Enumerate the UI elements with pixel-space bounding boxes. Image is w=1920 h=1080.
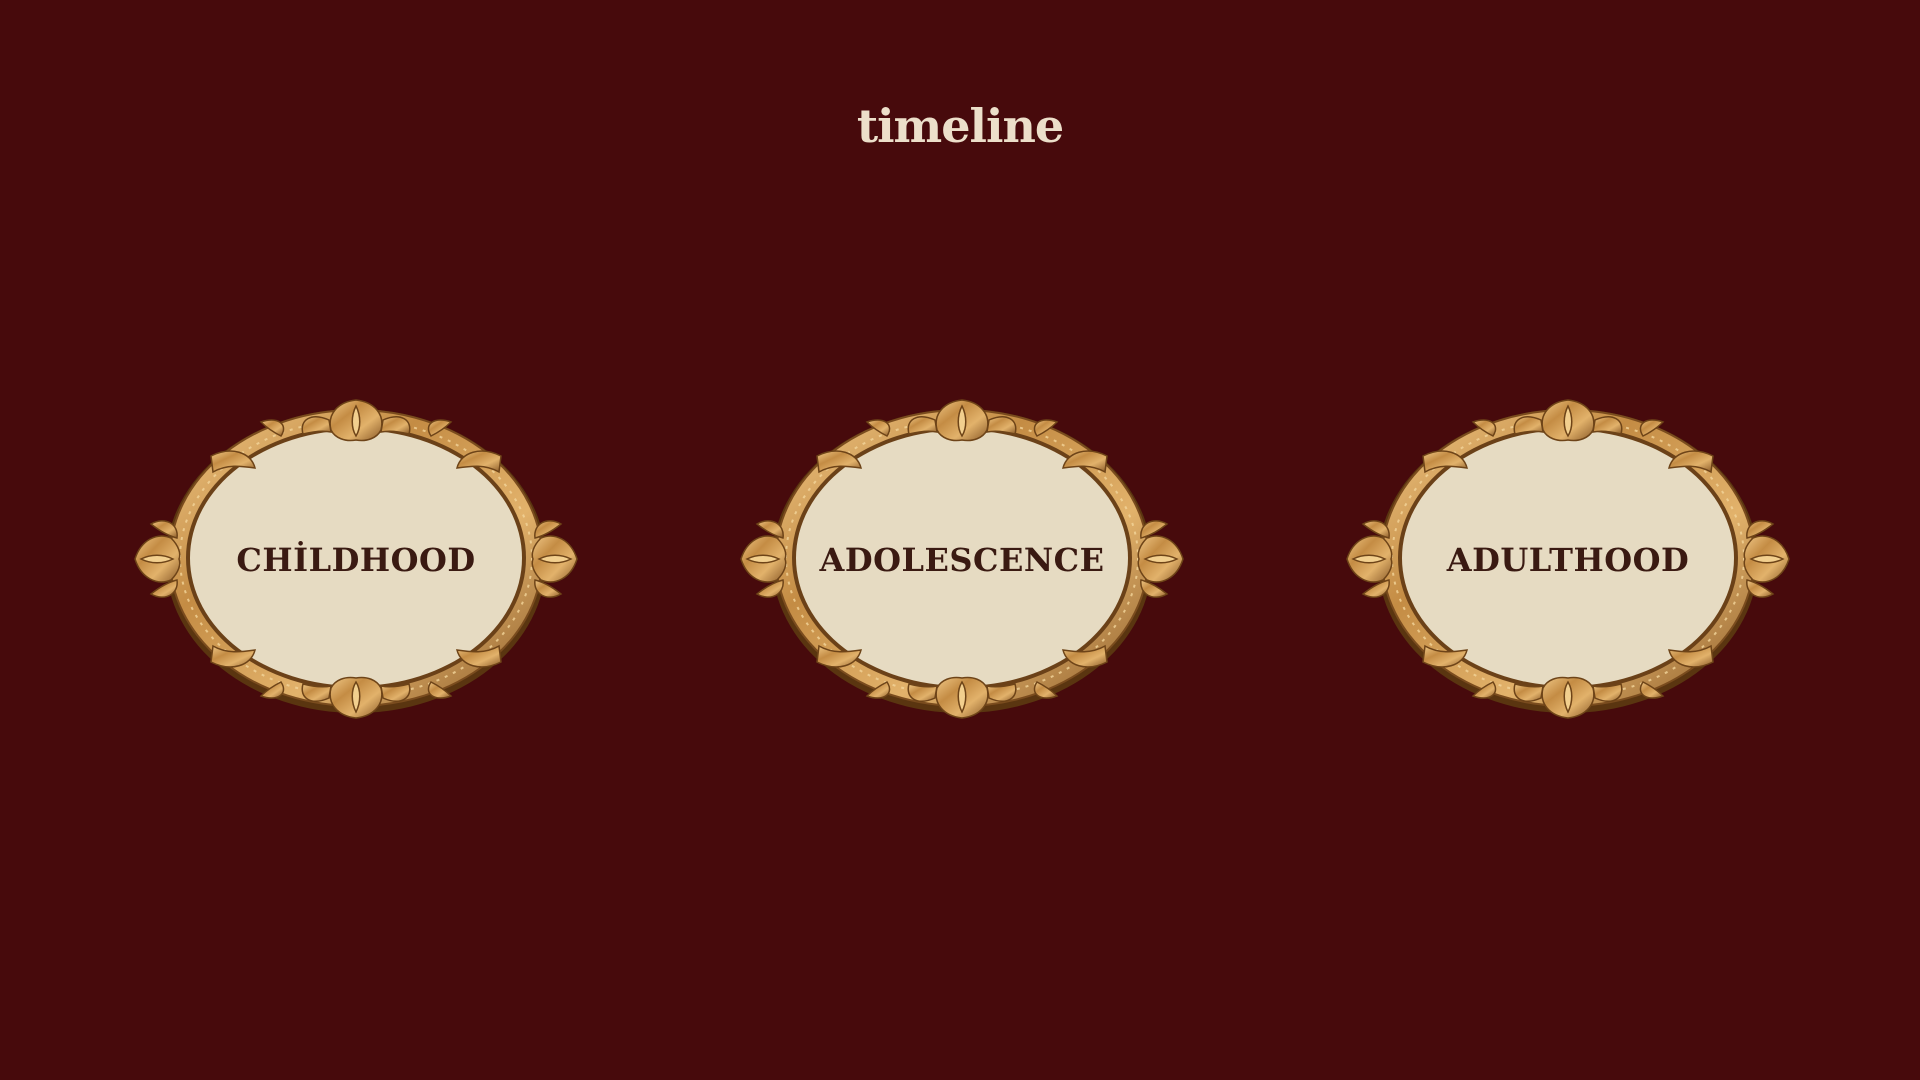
- frame-adolescence: ADOLESCENCE: [737, 398, 1187, 724]
- frame-adulthood: ADULTHOOD: [1343, 398, 1793, 724]
- frame-childhood: CHİLDHOOD: [131, 398, 581, 724]
- timeline-slide: { "title": "timeline", "stages": [ {"lab…: [0, 0, 1920, 1080]
- slide-title: timeline: [856, 99, 1064, 153]
- stage-label-adulthood: ADULTHOOD: [1446, 541, 1690, 579]
- stage-label-adolescence: ADOLESCENCE: [819, 541, 1105, 579]
- stage-label-childhood: CHİLDHOOD: [236, 541, 476, 579]
